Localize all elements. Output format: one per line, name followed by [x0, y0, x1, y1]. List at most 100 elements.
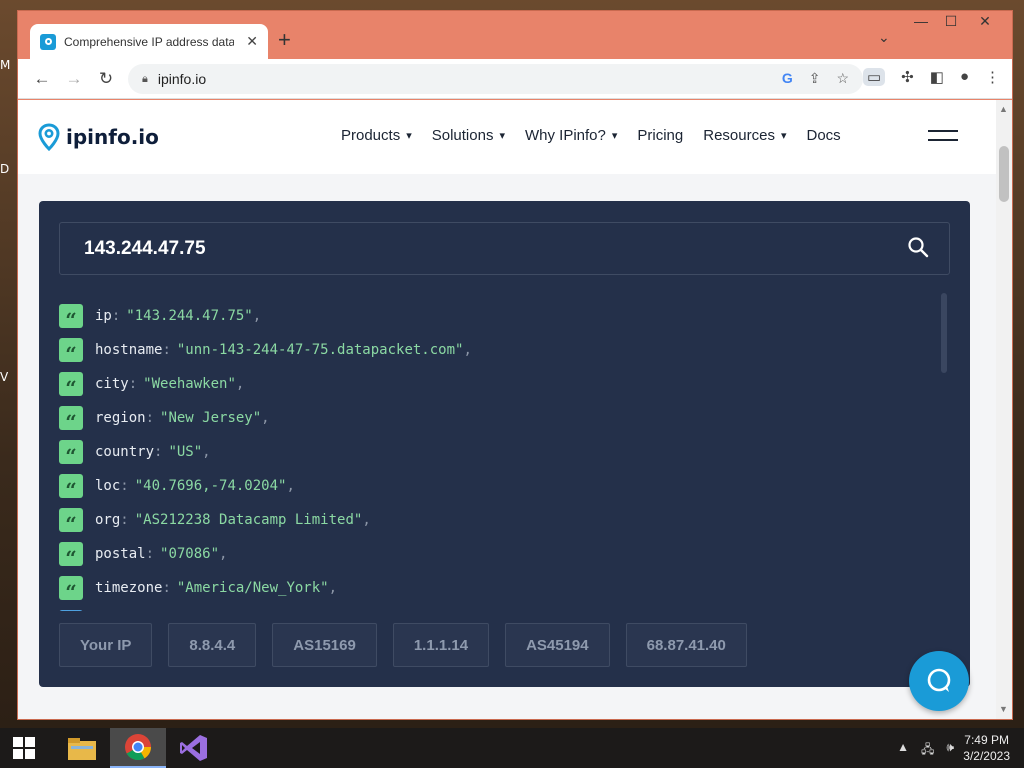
json-comma: , [463, 342, 472, 358]
browser-window: Comprehensive IP address data, I ✕ + ⌄ —… [17, 10, 1013, 720]
json-row-partial: “ [59, 605, 919, 611]
json-row-org: “ org: "AS212238 Datacamp Limited", [59, 503, 919, 537]
location-pin-logo-icon [38, 123, 60, 151]
json-value: "143.244.47.75" [126, 308, 253, 324]
chevron-down-icon: ▾ [406, 130, 412, 142]
extensions-puzzle-icon[interactable]: ✣ [901, 68, 914, 86]
volume-icon[interactable]: 🕪︎ [946, 740, 954, 761]
main-nav: Products ▾ Solutions ▾ Why IPinfo? ▾ Pricin… [341, 127, 841, 144]
web-page: ipinfo.io Products ▾ Solutions ▾ Why IPinf… [18, 100, 996, 719]
bookmark-star-icon[interactable]: ☆ [836, 70, 849, 87]
new-tab-button[interactable]: + [278, 27, 291, 53]
nav-solutions[interactable]: Solutions ▾ [432, 127, 505, 144]
side-panel-icon[interactable]: ◧ [930, 68, 944, 86]
json-row-loc: “ loc: "40.7696,-74.0204", [59, 469, 919, 503]
quote-icon: “ [59, 474, 83, 500]
show-hidden-icons-icon[interactable]: ▲ [897, 740, 909, 761]
quick-button-as45194[interactable]: AS45194 [505, 623, 610, 667]
nav-pricing[interactable]: Pricing [637, 127, 683, 144]
clock-time: 7:49 PM [964, 733, 1009, 747]
browser-tab[interactable]: Comprehensive IP address data, I ✕ [30, 24, 268, 59]
desktop-label-d: D [0, 162, 10, 176]
logo-text: ipinfo.io [66, 125, 159, 149]
scrollbar-thumb[interactable] [999, 146, 1009, 202]
json-colon: : [111, 308, 121, 324]
json-key: city [95, 376, 129, 392]
page-scrollbar[interactable]: ▲ ▼ [996, 100, 1012, 719]
json-row-hostname: “ hostname: "unn-143-244-47-75.datapacket.… [59, 333, 919, 367]
json-comma: , [235, 376, 245, 392]
kebab-menu-icon[interactable]: ⋮ [985, 68, 1000, 86]
reload-icon[interactable]: ↻ [90, 69, 122, 89]
network-icon[interactable]: 🖧︎ [921, 740, 934, 761]
ip-lookup-card: 143.244.47.75 “ ip: "143.244.47.75", “ host… [39, 201, 970, 687]
clock-date: 3/2/2023 [963, 749, 1010, 763]
quick-button-8-8-4-4[interactable]: 8.8.4.4 [168, 623, 257, 667]
json-comma: , [328, 580, 338, 596]
chevron-down-icon: ▾ [780, 130, 787, 142]
json-colon: : [162, 580, 171, 596]
tab-search-chevron-icon[interactable]: ⌄ [878, 29, 890, 46]
minimize-button[interactable]: — [906, 13, 936, 29]
nav-pricing-label: Pricing [637, 127, 684, 144]
url-text[interactable]: ipinfo.io [158, 71, 206, 87]
json-colon: : [120, 478, 129, 494]
json-comma: , [362, 512, 371, 528]
desktop-label-m: M [0, 58, 11, 72]
json-value: "New Jersey" [160, 410, 262, 426]
chrome-icon[interactable] [110, 728, 166, 768]
hamburger-menu-icon[interactable] [928, 130, 958, 148]
json-row-postal: “ postal: "07086", [59, 537, 919, 571]
quick-button-1-1-1-14[interactable]: 1.1.1.14 [392, 623, 490, 667]
google-lens-icon[interactable]: G [782, 70, 793, 87]
quick-button-your-ip[interactable]: Your IP [59, 623, 153, 667]
scroll-up-arrow-icon[interactable]: ▲ [999, 104, 1008, 114]
visual-studio-icon[interactable] [166, 728, 222, 768]
back-arrow-icon[interactable]: ← [26, 69, 58, 89]
scroll-down-arrow-icon[interactable]: ▼ [999, 704, 1008, 714]
json-colon: : [145, 546, 155, 562]
desktop-label-v: V [0, 370, 9, 384]
quote-icon: “ [59, 576, 83, 602]
nav-resources-label: Resources [703, 127, 775, 144]
file-explorer-icon[interactable] [54, 728, 110, 768]
chat-bubble-icon [927, 668, 951, 692]
json-key: ip [95, 308, 112, 324]
cast-icon[interactable]: ▭ [862, 68, 886, 86]
share-icon[interactable]: ⇪ [809, 70, 821, 87]
ip-search-input[interactable]: 143.244.47.75 [59, 222, 950, 275]
site-header: ipinfo.io Products ▾ Solutions ▾ Why IPinf… [18, 100, 996, 174]
quote-icon: “ [59, 406, 83, 432]
json-key: loc [95, 478, 121, 494]
taskbar-clock[interactable]: 7:49 PM 3/2/2023 [963, 732, 1010, 764]
quick-lookup-buttons: Your IP 8.8.4.4 AS15169 1.1.1.14 AS45194… [59, 623, 747, 667]
json-comma: , [261, 410, 270, 426]
windows-start-icon[interactable] [0, 728, 48, 768]
json-value: "unn-143-244-47-75.datapacket.com" [176, 342, 464, 358]
search-icon[interactable] [907, 236, 929, 258]
address-bar[interactable]: 🔒︎ ipinfo.io G ⇪ ☆ [128, 64, 863, 94]
profile-avatar-icon[interactable]: ● [960, 68, 969, 86]
nav-products[interactable]: Products ▾ [341, 127, 412, 144]
nav-why-ipinfo-label: Why IPinfo? [524, 127, 606, 144]
details-scrollbar[interactable] [941, 293, 947, 373]
close-window-button[interactable]: ✕ [970, 13, 1000, 30]
nav-resources[interactable]: Resources ▾ [703, 127, 786, 144]
quote-icon: “ [59, 542, 83, 568]
site-logo[interactable]: ipinfo.io [38, 123, 159, 151]
quote-icon: “ [59, 304, 83, 330]
json-key: hostname [95, 342, 163, 358]
quick-button-68-87-41-40[interactable]: 68.87.41.40 [625, 623, 747, 667]
nav-docs-label: Docs [806, 127, 841, 144]
json-row-region: “ region: "New Jersey", [59, 401, 919, 435]
maximize-button[interactable]: ☐ [936, 13, 966, 30]
json-value: "America/New_York" [176, 580, 329, 596]
close-tab-icon[interactable]: ✕ [246, 33, 258, 50]
quick-button-as15169[interactable]: AS15169 [272, 623, 377, 667]
json-colon: : [154, 444, 163, 460]
nav-why-ipinfo[interactable]: Why IPinfo? ▾ [525, 127, 617, 144]
nav-docs[interactable]: Docs [806, 127, 840, 144]
forward-arrow-icon[interactable]: → [58, 69, 90, 89]
ip-search-value[interactable]: 143.244.47.75 [84, 238, 206, 260]
chat-support-button[interactable] [909, 651, 969, 711]
